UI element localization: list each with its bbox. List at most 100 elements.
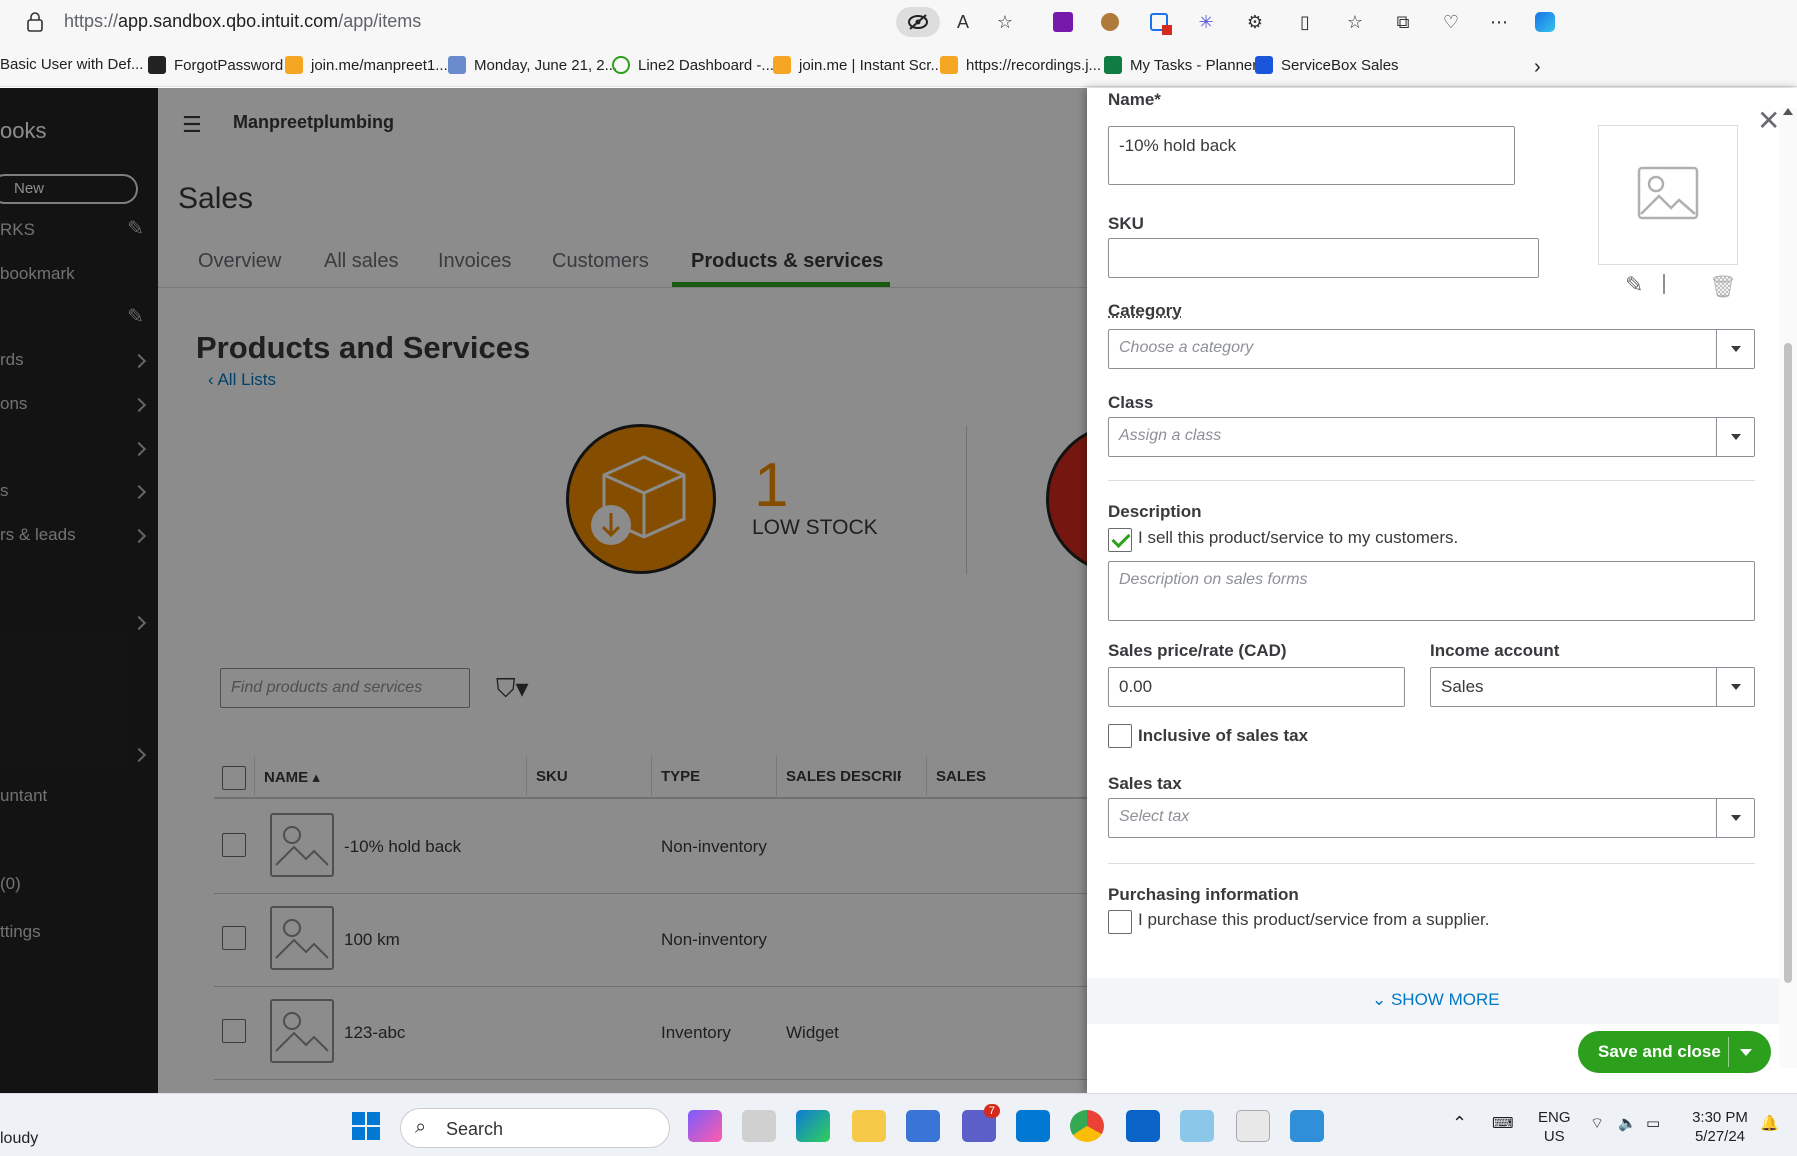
divider xyxy=(1108,480,1755,481)
scroll-thumb[interactable] xyxy=(1784,343,1792,983)
battery-icon[interactable]: ▭ xyxy=(1646,1114,1660,1133)
modal-overlay[interactable] xyxy=(0,88,1087,1093)
sales-price-field[interactable]: 0.00 xyxy=(1108,667,1405,707)
file-explorer-icon[interactable] xyxy=(852,1110,886,1142)
windows-taskbar: loudy ⌕ Search 7 ⌃ ⌨ ENG US ⌔ 🔈 ▭ 3:30 PM… xyxy=(0,1093,1797,1156)
search-icon: ⌕ xyxy=(415,1116,427,1138)
notepad-icon[interactable] xyxy=(1290,1110,1324,1142)
chevron-down-icon[interactable] xyxy=(1716,418,1754,456)
class-label: Class xyxy=(1108,393,1154,412)
cookie-extension-icon[interactable] xyxy=(1097,9,1123,35)
split-screen-icon[interactable]: ▯ xyxy=(1292,9,1318,35)
purchase-checkbox[interactable] xyxy=(1108,910,1132,934)
bookmark-icon xyxy=(148,56,166,74)
chevron-down-icon[interactable] xyxy=(1716,668,1754,706)
scroll-up-icon[interactable] xyxy=(1783,108,1793,115)
volume-icon[interactable]: 🔈 xyxy=(1618,1114,1637,1133)
bookmark-icon xyxy=(1104,56,1122,74)
description-label: Description xyxy=(1108,502,1202,521)
weather-widget[interactable]: loudy xyxy=(0,1130,38,1148)
more-options-icon[interactable]: ⋯ xyxy=(1486,9,1512,35)
divider xyxy=(1728,1037,1729,1067)
browser-address-bar: https://app.sandbox.qbo.intuit.com/app/i… xyxy=(0,0,1797,44)
microsoft-store-icon[interactable] xyxy=(906,1110,940,1142)
bookmark-item[interactable]: https://recordings.j... xyxy=(940,56,1101,74)
browser-essentials-icon[interactable]: ♡ xyxy=(1438,9,1464,35)
bookmark-item[interactable]: ForgotPassword xyxy=(148,56,283,74)
bookmark-item[interactable]: Monday, June 21, 2... xyxy=(448,56,617,74)
sales-description-textarea[interactable]: Description on sales forms xyxy=(1108,561,1755,621)
chevron-down-icon[interactable] xyxy=(1716,330,1754,368)
taskbar-search[interactable]: ⌕ Search xyxy=(400,1108,670,1148)
show-more-link[interactable]: ⌄ SHOW MORE xyxy=(1372,990,1500,1010)
purchasing-label: Purchasing information xyxy=(1108,885,1299,904)
wifi-icon[interactable]: ⌔ xyxy=(1590,1114,1604,1133)
paint-app-icon[interactable] xyxy=(1180,1110,1214,1142)
sell-checkbox-label: I sell this product/service to my custom… xyxy=(1138,528,1459,547)
drawer-scrollbar[interactable] xyxy=(1779,108,1797,1068)
extension-alert-icon[interactable] xyxy=(1146,9,1172,35)
read-aloud-icon[interactable]: A xyxy=(950,9,976,35)
bookmark-item[interactable]: ServiceBox Sales xyxy=(1255,56,1399,74)
vscode-icon[interactable] xyxy=(1016,1110,1050,1142)
language-indicator[interactable]: ENG US xyxy=(1538,1108,1571,1146)
teams-icon[interactable]: 7 xyxy=(962,1104,1000,1142)
bookmark-item[interactable]: join.me/manpreet1... xyxy=(285,56,448,74)
name-label: Name* xyxy=(1108,90,1161,109)
clock[interactable]: 3:30 PM 5/27/24 xyxy=(1688,1108,1752,1146)
onenote-icon[interactable] xyxy=(1050,9,1076,35)
sales-tax-select[interactable]: Select tax xyxy=(1108,798,1755,838)
notification-bell-icon[interactable]: 🔔 xyxy=(1760,1114,1779,1133)
extensions-puzzle-icon[interactable]: ⚙ xyxy=(1242,9,1268,35)
windows-start-icon[interactable] xyxy=(352,1112,380,1140)
url-field[interactable]: https://app.sandbox.qbo.intuit.com/app/i… xyxy=(64,11,421,32)
tracking-prevention-icon[interactable] xyxy=(896,7,940,37)
product-service-drawer: Name* -10% hold back ✕ ✎ 🗑 SKU Category … xyxy=(1087,88,1797,1093)
lock-icon xyxy=(27,12,43,32)
sku-field[interactable] xyxy=(1108,238,1539,278)
category-select[interactable]: Choose a category xyxy=(1108,329,1755,369)
sales-price-label: Sales price/rate (CAD) xyxy=(1108,641,1287,660)
bookmark-item[interactable]: join.me | Instant Scr... xyxy=(773,56,943,74)
bookmark-icon xyxy=(285,56,303,74)
chevron-down-icon[interactable] xyxy=(1716,799,1754,837)
chevron-down-icon: ⌄ xyxy=(1372,990,1391,1009)
bookmarks-overflow-chevron-icon[interactable]: › xyxy=(1534,56,1541,79)
purchase-checkbox-label: I purchase this product/service from a s… xyxy=(1138,910,1490,929)
task-view-icon[interactable] xyxy=(742,1110,776,1142)
income-account-select[interactable]: Sales xyxy=(1430,667,1755,707)
collections-icon[interactable]: ⧉ xyxy=(1390,9,1416,35)
favorite-star-icon[interactable]: ☆ xyxy=(992,9,1018,35)
bookmark-icon xyxy=(773,56,791,74)
bookmark-item[interactable]: Basic User with Def... xyxy=(0,56,143,73)
sparkle-extension-icon[interactable]: ✳ xyxy=(1193,9,1219,35)
favorites-list-icon[interactable]: ☆ xyxy=(1342,9,1368,35)
image-placeholder-icon xyxy=(1637,166,1699,220)
close-icon[interactable]: ✕ xyxy=(1757,104,1780,137)
notification-badge: 7 xyxy=(983,1104,1000,1118)
category-label: Category xyxy=(1108,301,1182,320)
bookmark-icon xyxy=(612,56,630,74)
snipping-tool-icon[interactable] xyxy=(1236,1110,1270,1142)
show-hidden-icons-chevron-icon[interactable]: ⌃ xyxy=(1452,1114,1467,1133)
delete-image-trash-icon[interactable]: 🗑 xyxy=(1709,274,1737,300)
bookmark-icon xyxy=(1255,56,1273,74)
edge-browser-icon[interactable] xyxy=(796,1110,830,1142)
inclusive-tax-checkbox[interactable] xyxy=(1108,724,1132,748)
copilot-app-icon[interactable] xyxy=(688,1110,722,1142)
save-and-close-button[interactable]: Save and close xyxy=(1578,1031,1771,1073)
class-select[interactable]: Assign a class xyxy=(1108,417,1755,457)
product-image-upload[interactable] xyxy=(1598,125,1738,265)
name-field[interactable]: -10% hold back xyxy=(1108,126,1515,185)
outlook-icon[interactable] xyxy=(1126,1110,1160,1142)
sell-checkbox[interactable] xyxy=(1108,528,1132,552)
bookmark-item[interactable]: My Tasks - Planner xyxy=(1104,56,1257,74)
bookmarks-bar: Basic User with Def... ForgotPassword jo… xyxy=(0,44,1797,87)
sku-label: SKU xyxy=(1108,214,1144,233)
keyboard-icon[interactable]: ⌨ xyxy=(1492,1114,1514,1133)
caret-down-icon[interactable] xyxy=(1740,1049,1752,1056)
copilot-icon[interactable] xyxy=(1532,9,1558,35)
chrome-icon[interactable] xyxy=(1070,1110,1104,1142)
bookmark-item[interactable]: Line2 Dashboard -... xyxy=(612,56,774,74)
edit-image-pencil-icon[interactable]: ✎ xyxy=(1625,272,1643,298)
